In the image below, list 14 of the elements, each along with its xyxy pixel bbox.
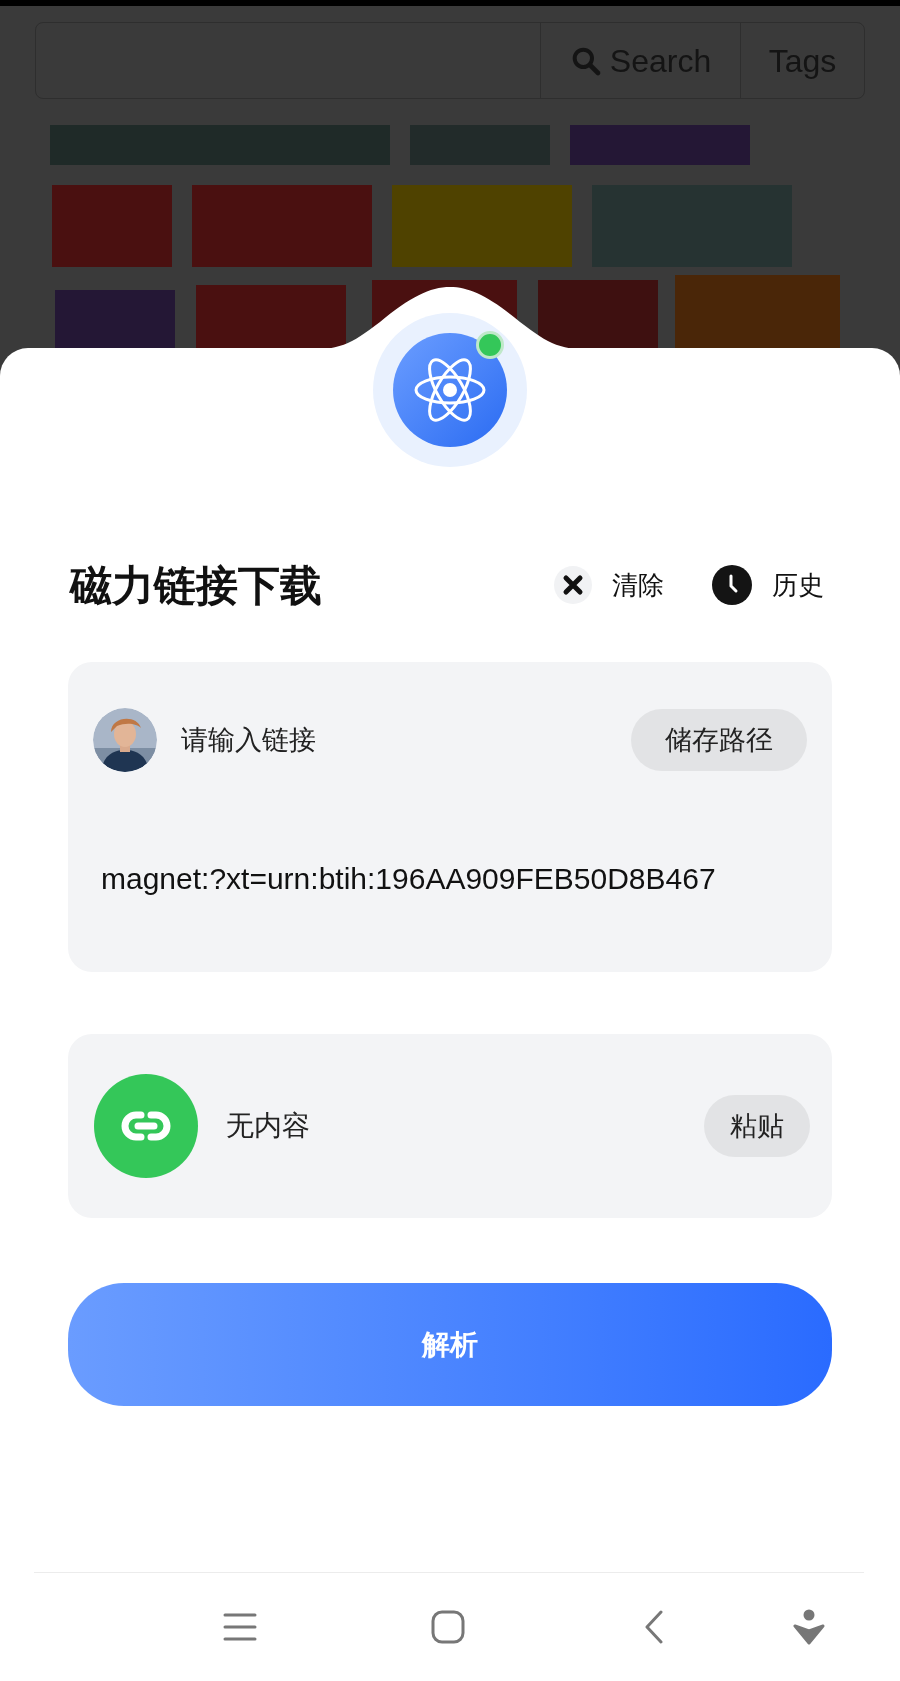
link-label: 请输入链接 bbox=[181, 723, 317, 757]
sheet-title: 磁力链接下载 bbox=[70, 560, 323, 611]
history-button[interactable]: 历史 bbox=[712, 565, 824, 605]
clear-button[interactable]: 清除 bbox=[554, 565, 664, 605]
home-icon[interactable] bbox=[431, 1610, 465, 1644]
link-text: magnet:?xt=urn:btih:196AA909FEB50D8B467 bbox=[101, 861, 716, 897]
save-path-button[interactable]: 储存路径 bbox=[631, 709, 807, 771]
clock-icon bbox=[712, 565, 752, 605]
close-icon bbox=[554, 566, 592, 604]
clipboard-text: 无内容 bbox=[226, 1109, 311, 1143]
menu-icon[interactable] bbox=[223, 1612, 257, 1642]
back-icon[interactable] bbox=[643, 1610, 665, 1644]
person-icon[interactable] bbox=[793, 1609, 825, 1645]
paste-button[interactable]: 粘贴 bbox=[704, 1095, 810, 1157]
